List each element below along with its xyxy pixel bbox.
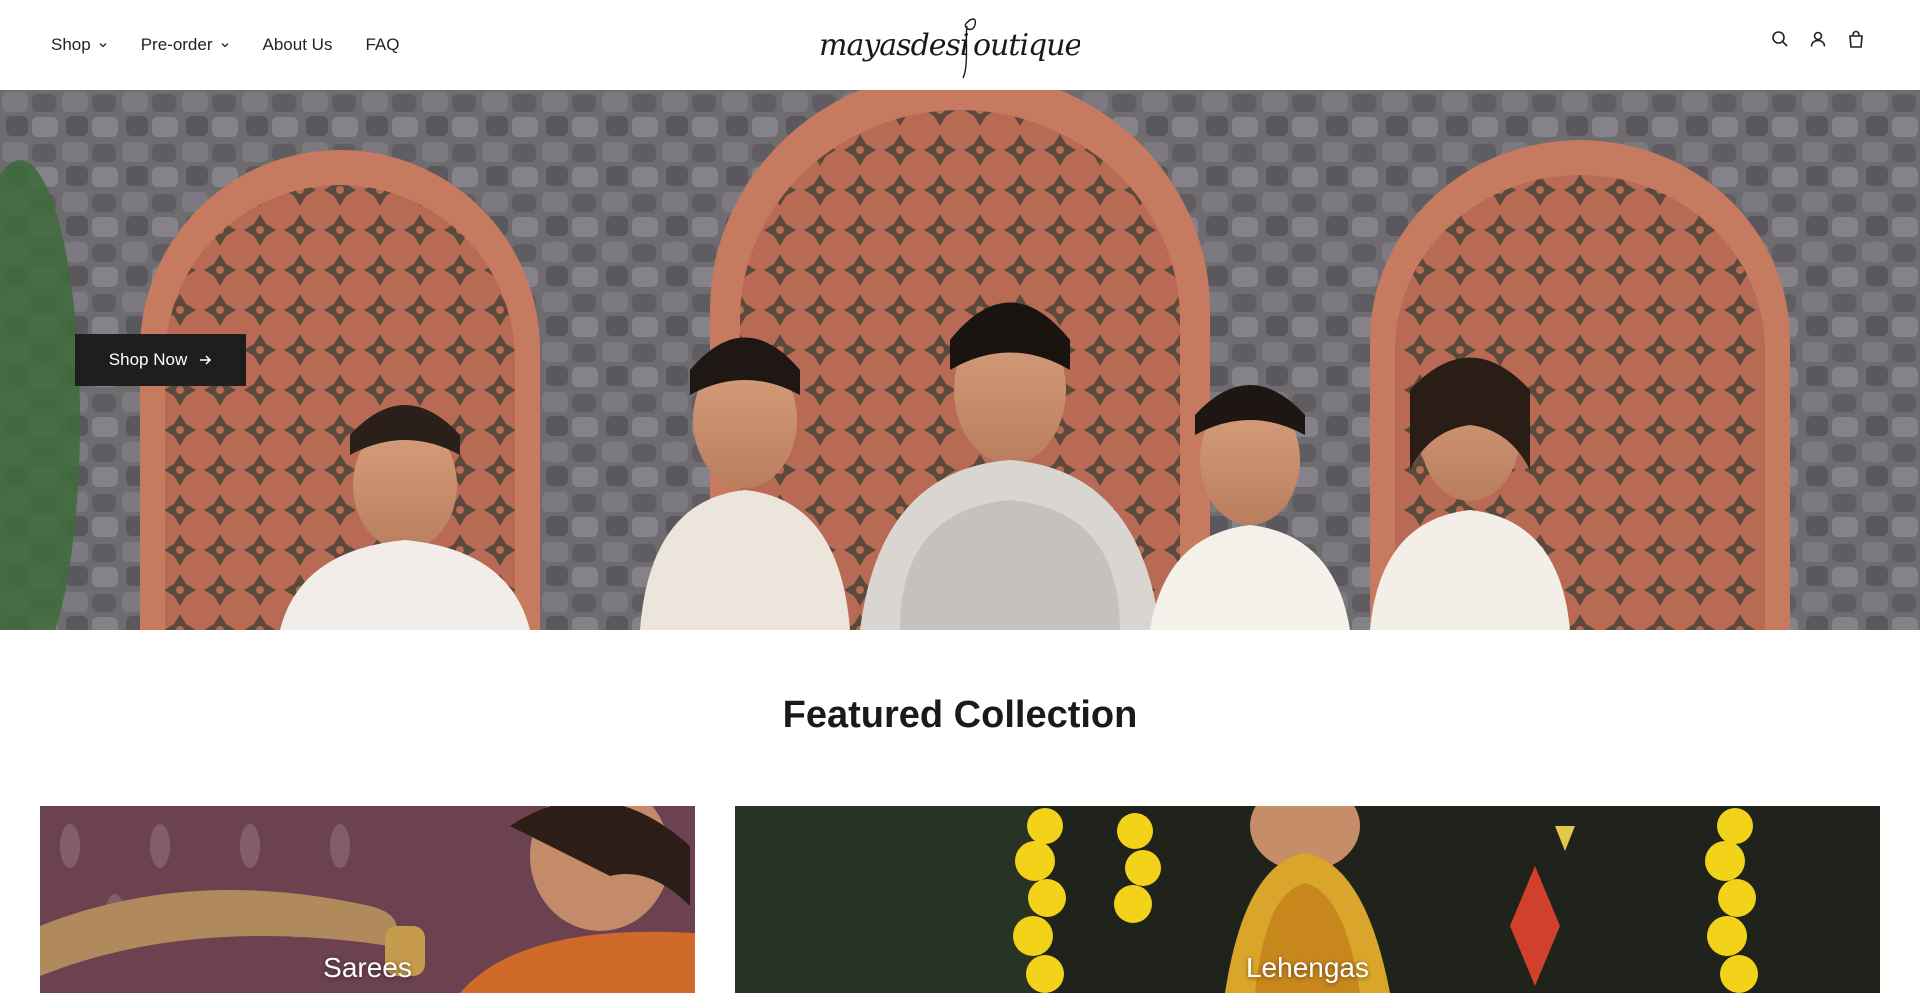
- nav-about-us-label: About Us: [262, 35, 333, 54]
- svg-text:mayasdesi: mayasdesi: [819, 28, 969, 63]
- chevron-down-icon: [99, 43, 107, 48]
- search-icon[interactable]: [1771, 30, 1789, 48]
- featured-collection-title: Featured Collection: [782, 694, 1138, 736]
- shop-now-label: Shop Now: [108, 350, 188, 369]
- header-icons: [1771, 30, 1865, 48]
- collection-label-sarees: Sarees: [323, 952, 412, 983]
- brand-logo-image: mayasdesi outique: [819, 18, 1083, 79]
- svg-text:outique: outique: [973, 28, 1080, 63]
- main-nav: Shop Pre-order About Us FAQ: [51, 0, 432, 90]
- cart-icon[interactable]: [1847, 30, 1865, 48]
- chevron-down-icon: [221, 43, 228, 48]
- nav-faq-label: FAQ: [365, 35, 400, 54]
- collection-label-lehengas: Lehengas: [1245, 952, 1369, 983]
- nav-preorder-label: Pre-order: [140, 35, 213, 54]
- nav-shop-label: Shop: [51, 35, 91, 54]
- collection-card-sarees[interactable]: Sarees: [40, 806, 695, 993]
- nav-about-us[interactable]: About Us: [263, 35, 333, 55]
- nav-shop[interactable]: Shop: [51, 35, 108, 55]
- site-header: Shop Pre-order About Us FAQ mayasdesi ou…: [0, 0, 1920, 90]
- hero-image: [0, 90, 1920, 630]
- collection-card-lehengas[interactable]: Lehengas: [735, 806, 1880, 993]
- account-icon[interactable]: [1809, 30, 1827, 48]
- shop-now-button[interactable]: Shop Now: [75, 334, 246, 386]
- nav-preorder[interactable]: Pre-order: [141, 35, 230, 55]
- hero-banner: Shop Now: [0, 90, 1920, 630]
- brand-logo[interactable]: mayasdesi outique: [815, 10, 1083, 80]
- nav-faq[interactable]: FAQ: [365, 35, 399, 55]
- arrow-right-icon: [200, 355, 212, 365]
